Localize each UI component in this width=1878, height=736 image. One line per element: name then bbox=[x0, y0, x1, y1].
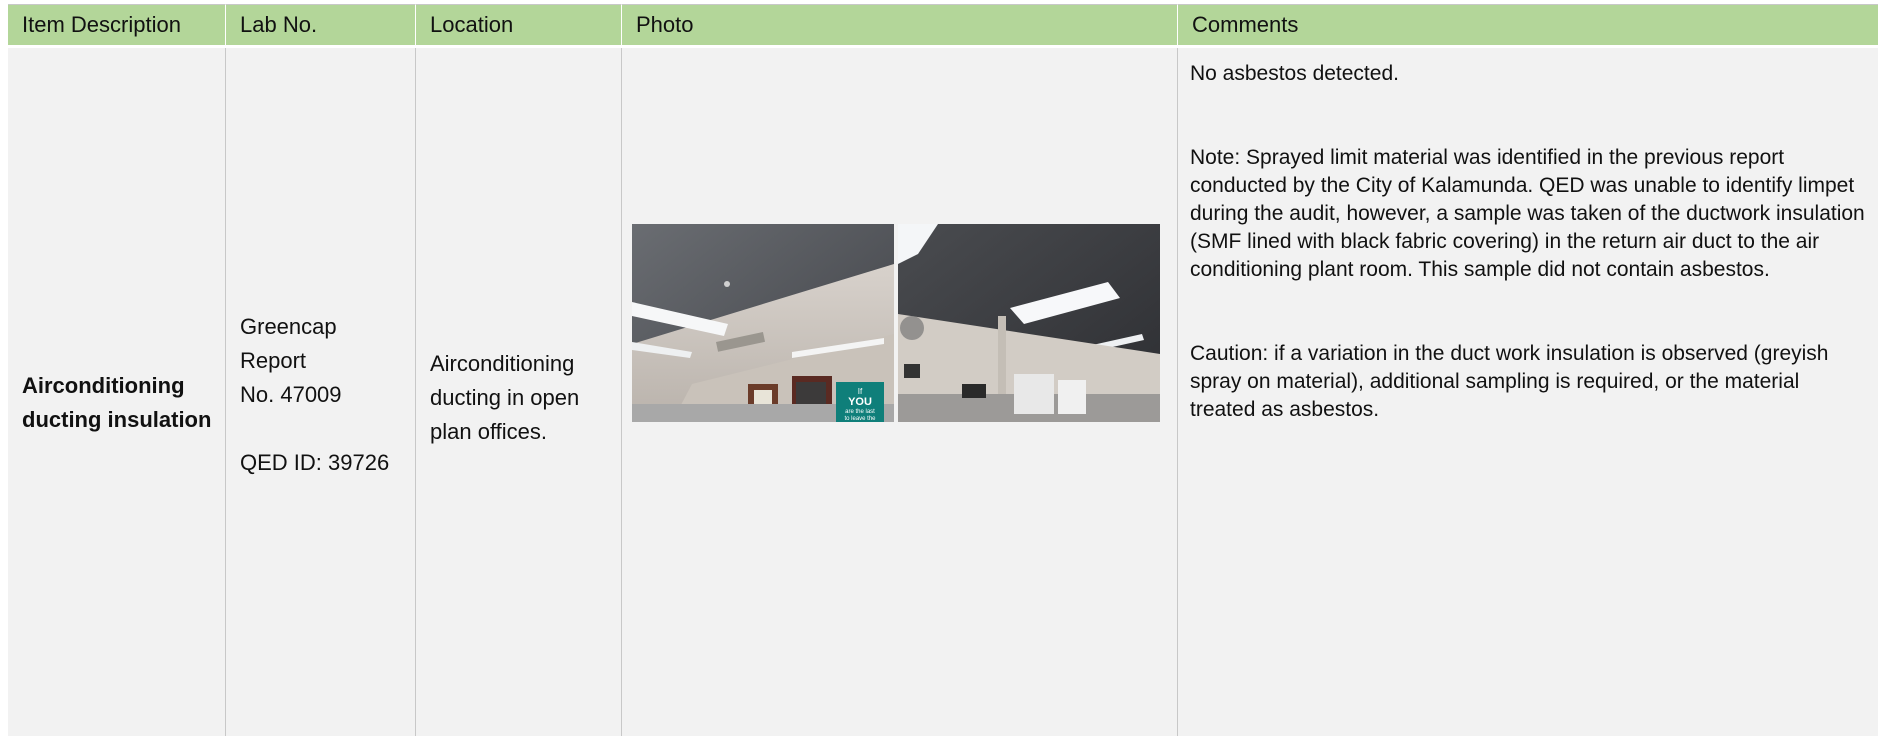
item-description-line2: ducting insulation bbox=[22, 407, 212, 432]
cell-lab-no: Greencap Report No. 47009 QED ID: 39726 bbox=[226, 48, 416, 736]
header-photo: Photo bbox=[622, 4, 1178, 45]
sign-text-4: to leave the bbox=[844, 416, 876, 422]
header-item-description: Item Description bbox=[8, 4, 226, 45]
comment-result: No asbestos detected. bbox=[1190, 62, 1399, 85]
cell-item-description: Airconditioning ducting insulation bbox=[8, 48, 226, 736]
lab-report-line1: Greencap Report bbox=[240, 314, 337, 373]
cell-photo: If YOU are the last to leave the bbox=[622, 48, 1178, 736]
location-line2: ducting in open bbox=[430, 385, 580, 410]
cell-location: Airconditioning ducting in open plan off… bbox=[416, 48, 622, 736]
asbestos-register-table: Item Description Lab No. Location Photo … bbox=[8, 4, 1878, 736]
photo-office-ceiling-2 bbox=[898, 224, 1160, 422]
sign-text-1: If bbox=[858, 387, 863, 396]
comment-caution: Caution: if a variation in the duct work… bbox=[1190, 342, 1829, 421]
header-lab-no: Lab No. bbox=[226, 4, 416, 45]
header-comments: Comments bbox=[1178, 4, 1878, 45]
item-description-line1: Airconditioning bbox=[22, 373, 185, 398]
sign-text-3: are the last bbox=[845, 409, 875, 415]
photo-office-ceiling-1: If YOU are the last to leave the bbox=[632, 224, 894, 422]
sign-text-2: YOU bbox=[848, 396, 872, 408]
lab-report-line2: No. 47009 bbox=[240, 382, 342, 407]
location-line1: Airconditioning bbox=[430, 351, 575, 376]
comment-note: Note: Sprayed limit material was identif… bbox=[1190, 146, 1865, 281]
header-location: Location bbox=[416, 4, 622, 45]
lab-qed-id: QED ID: 39726 bbox=[240, 450, 390, 475]
cell-comments: No asbestos detected. Note: Sprayed limi… bbox=[1178, 48, 1878, 736]
location-line3: plan offices. bbox=[430, 419, 548, 444]
